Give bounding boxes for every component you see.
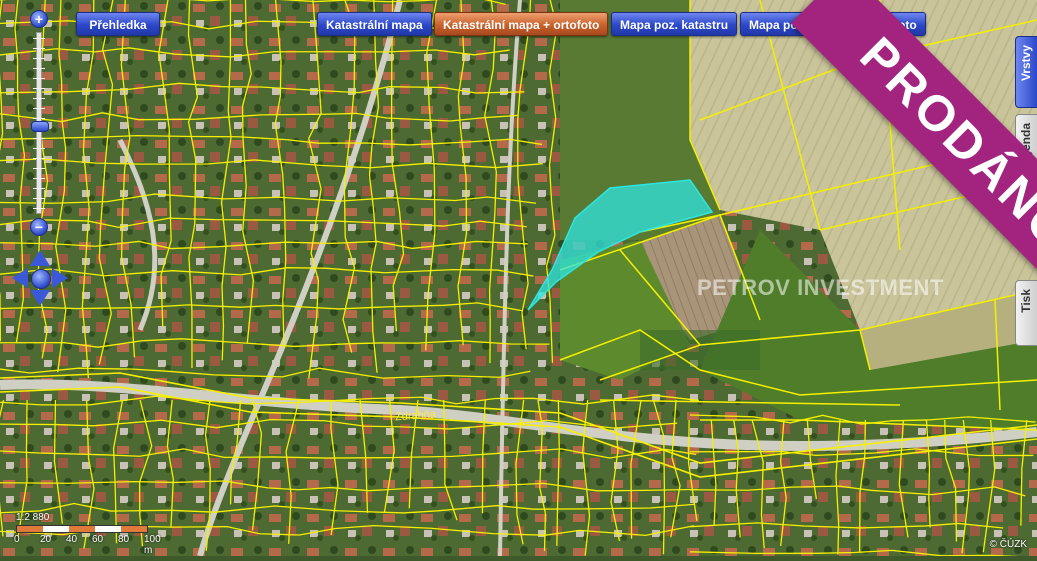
zoom-tick — [33, 198, 45, 199]
plus-icon: + — [34, 11, 44, 27]
zoom-tick — [33, 178, 45, 179]
scale-labels: 0 20 40 60 80 100 m — [14, 533, 166, 556]
scale-label: 100 m — [144, 534, 161, 556]
zoom-tick — [33, 58, 45, 59]
overview-button[interactable]: Přehledka — [76, 12, 160, 36]
pan-down-button[interactable] — [30, 290, 50, 306]
scale-label: 40 — [66, 534, 78, 545]
zoom-tick — [33, 148, 45, 149]
zoom-tick — [33, 98, 45, 99]
zoom-slider-thumb[interactable] — [31, 121, 49, 133]
scale-bar: 1:2 880 0 20 40 60 80 100 m — [14, 512, 166, 556]
pan-right-button[interactable] — [52, 268, 68, 288]
pan-left-button[interactable] — [12, 268, 28, 288]
scale-label: 20 — [40, 534, 52, 545]
layer-button-4[interactable]: Mapa poz. katastru + ortofoto — [740, 12, 926, 36]
pan-up-button[interactable] — [30, 250, 50, 266]
scale-segment — [43, 526, 69, 532]
scale-segment — [121, 526, 147, 532]
zoom-tick — [33, 48, 45, 49]
zoom-tick — [33, 68, 45, 69]
zoom-control: + − — [28, 10, 50, 236]
zoom-in-button[interactable]: + — [30, 10, 48, 28]
zoom-tick — [33, 138, 45, 139]
minus-icon: − — [34, 219, 44, 235]
pan-arrows-icon[interactable] — [31, 269, 51, 289]
tab-legend-label: Legenda — [1019, 123, 1033, 173]
zoom-tick — [33, 188, 45, 189]
scale-label: 80 — [118, 534, 130, 545]
zoom-tick — [33, 158, 45, 159]
tab-legend[interactable]: Legenda — [1015, 114, 1037, 234]
zoom-tick — [33, 108, 45, 109]
tab-layers-label: Vrstvy — [1019, 45, 1033, 82]
scale-ratio: 1:2 880 — [16, 512, 50, 523]
scale-segment — [95, 526, 121, 532]
pan-control — [12, 250, 68, 306]
zoom-tick — [33, 118, 45, 119]
layer-button-2[interactable]: Katastrální mapa + ortofoto — [434, 12, 609, 36]
tab-print-label: Tisk — [1019, 289, 1033, 313]
zoom-tick — [33, 88, 45, 89]
scale-segment — [17, 526, 43, 532]
copyright-text: © ČÚZK — [989, 539, 1027, 550]
layer-button-1[interactable]: Katastrální mapa — [317, 12, 432, 36]
zoom-tick — [33, 38, 45, 39]
zoom-tick — [33, 78, 45, 79]
zoom-tick — [33, 168, 45, 169]
scale-bar-graphic — [16, 525, 148, 533]
zoom-out-button[interactable]: − — [30, 218, 48, 236]
zoom-slider[interactable] — [31, 32, 49, 214]
scale-label: 0 — [14, 534, 20, 545]
tab-print[interactable]: Tisk — [1015, 280, 1037, 346]
tab-layers[interactable]: Vrstvy — [1015, 36, 1037, 108]
scale-label: 60 — [92, 534, 104, 545]
watermark-text: PETROV INVESTMENT — [697, 275, 944, 300]
layer-button-3[interactable]: Mapa poz. katastru — [611, 12, 738, 36]
zoom-tick — [33, 208, 45, 209]
scale-segment — [69, 526, 95, 532]
